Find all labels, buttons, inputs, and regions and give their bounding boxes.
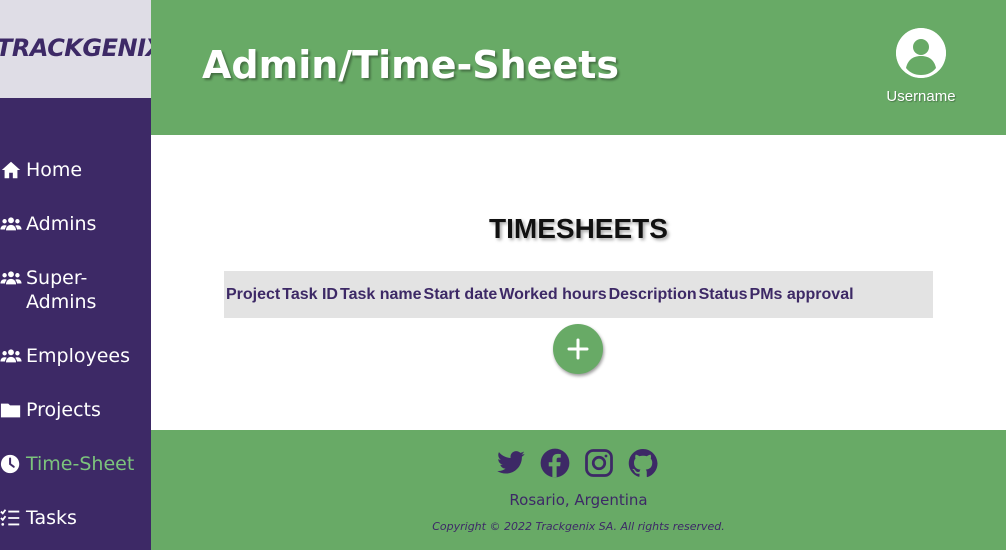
sidebar-item-admins[interactable]: Admins (0, 212, 96, 236)
logo-area: TRACKGENIX (0, 0, 151, 98)
footer-location: Rosario, Argentina (509, 491, 648, 509)
user-circle-icon[interactable] (896, 28, 946, 78)
users-icon (0, 212, 24, 236)
footer: Rosario, Argentina Copyright © 2022 Trac… (151, 430, 1006, 550)
sidebar-item-projects[interactable]: Projects (0, 398, 101, 422)
sidebar-item-label: Employees (26, 345, 130, 367)
column-header: Task name (339, 285, 422, 303)
column-header: Worked hours (499, 285, 607, 303)
sidebar-item-super-admins[interactable]: Super-Admins (0, 266, 126, 314)
column-header: Project (226, 285, 281, 303)
tasks-list-icon (0, 506, 24, 530)
github-icon[interactable] (628, 448, 658, 478)
column-header: Status (698, 285, 748, 303)
footer-copyright: Copyright © 2022 Trackgenix SA. All righ… (432, 520, 725, 533)
column-header: Task ID (282, 285, 338, 303)
sidebar-item-tasks[interactable]: Tasks (0, 506, 77, 530)
sidebar-item-label: Admins (26, 213, 97, 235)
add-timesheet-button[interactable] (553, 324, 603, 374)
facebook-icon[interactable] (540, 448, 570, 478)
sidebar-item-employees[interactable]: Employees (0, 344, 130, 368)
users-icon (0, 344, 24, 368)
timesheets-table-header: Project Task ID Task name Start date Wor… (224, 271, 933, 318)
section-title: TIMESHEETS (489, 213, 668, 244)
sidebar-item-time-sheet[interactable]: Time-Sheet (0, 452, 134, 476)
sidebar-item-label: Super-Admins (26, 267, 97, 313)
social-links (496, 448, 672, 478)
sidebar-item-label: Tasks (26, 507, 77, 529)
instagram-icon[interactable] (584, 448, 614, 478)
sidebar-item-label: Home (26, 159, 83, 181)
twitter-icon[interactable] (496, 448, 526, 478)
sidebar-item-label: Projects (26, 399, 101, 421)
header: Admin/Time-Sheets Username (151, 0, 1006, 135)
sidebar-item-home[interactable]: Home (0, 158, 82, 182)
plus-icon (567, 338, 589, 360)
clock-icon (0, 452, 24, 476)
brand-logo[interactable]: TRACKGENIX (0, 34, 151, 62)
home-icon (0, 158, 24, 182)
sidebar-item-label: Time-Sheet (26, 453, 135, 475)
page-title: Admin/Time-Sheets (202, 43, 619, 87)
column-header: Start date (423, 285, 498, 303)
main-content: TIMESHEETS Project Task ID Task name Sta… (151, 135, 1006, 430)
column-header: PMs approval (749, 285, 854, 303)
username[interactable]: Username (885, 88, 957, 105)
column-header: Description (608, 285, 697, 303)
folder-icon (0, 398, 24, 422)
users-icon (0, 266, 24, 290)
sidebar: TRACKGENIX Home Admins Super-Admins Empl… (0, 0, 151, 550)
